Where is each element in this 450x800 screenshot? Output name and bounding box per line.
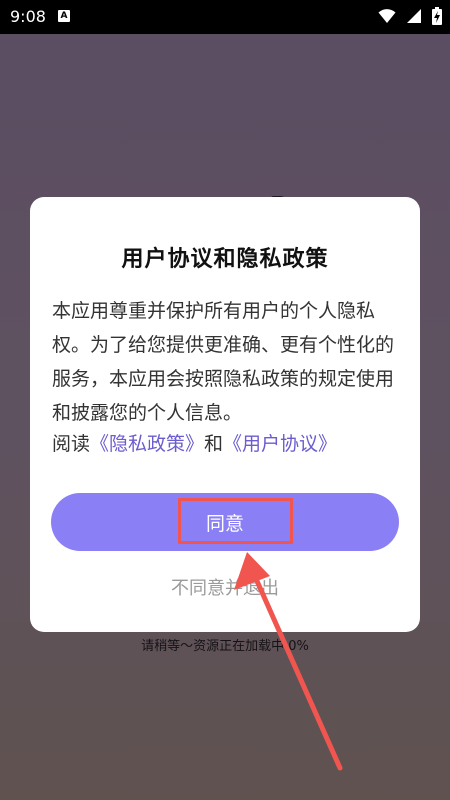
wifi-icon [378, 9, 396, 23]
annotation-highlight-box [178, 498, 293, 544]
status-bar: 9:08 A [0, 0, 450, 34]
user-agreement-link[interactable]: 《用户协议》 [223, 433, 337, 455]
privacy-policy-link[interactable]: 《隐私政策》 [90, 433, 204, 455]
notification-icon: A [58, 10, 70, 22]
loading-status-text: 请稍等～资源正在加载中 0% [141, 639, 309, 654]
policy-links-line: 阅读《隐私政策》和《用户协议》 [52, 427, 398, 461]
dialog-body-text: 本应用尊重并保护所有用户的个人隐私权。为了给您提供更准确、更有个性化的服务，本应… [52, 300, 395, 424]
battery-charging-icon [432, 7, 442, 25]
dialog-title: 用户协议和隐私政策 [121, 247, 329, 272]
disagree-exit-button[interactable]: 不同意并退出 [30, 573, 420, 601]
system-icons [378, 7, 442, 25]
status-time: 9:08 [10, 7, 46, 26]
signal-icon [407, 9, 421, 23]
read-prefix: 阅读 [52, 433, 91, 455]
and-text: 和 [204, 433, 224, 455]
privacy-dialog: 用户协议和隐私政策 本应用尊重并保护所有用户的个人隐私权。为了给您提供更准确、更… [30, 197, 420, 632]
